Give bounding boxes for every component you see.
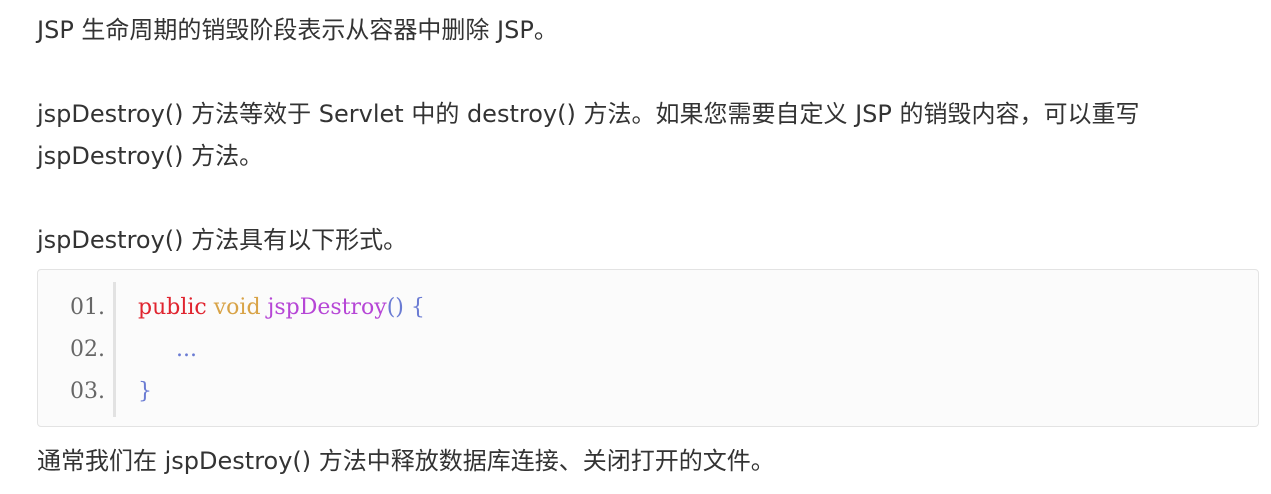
code-function-name: jspDestroy	[267, 295, 387, 320]
line-number: 03.	[70, 379, 105, 404]
code-parens: ()	[386, 295, 404, 320]
code-open-brace: {	[410, 295, 425, 320]
line-number: 02.	[70, 337, 105, 362]
paragraph-jspdestroy-form: jspDestroy() 方法具有以下形式。	[37, 226, 408, 254]
paragraph-destroy-phase: JSP 生命周期的销毁阶段表示从容器中删除 JSP。	[37, 16, 558, 44]
paragraph-release-resources: 通常我们在 jspDestroy() 方法中释放数据库连接、关闭打开的文件。	[37, 447, 775, 475]
line-number: 01.	[70, 295, 105, 320]
code-text: public void jspDestroy() {	[138, 287, 425, 329]
code-close-brace: }	[138, 379, 152, 404]
code-gutter-divider	[113, 282, 116, 417]
code-ellipsis: ...	[176, 337, 197, 362]
code-block: 01. public void jspDestroy() { 02. ... 0…	[37, 269, 1259, 427]
code-type-void: void	[213, 295, 261, 320]
code-keyword-public: public	[138, 295, 207, 320]
paragraph-jspdestroy-equivalent: jspDestroy() 方法等效于 Servlet 中的 destroy() …	[37, 100, 1140, 170]
